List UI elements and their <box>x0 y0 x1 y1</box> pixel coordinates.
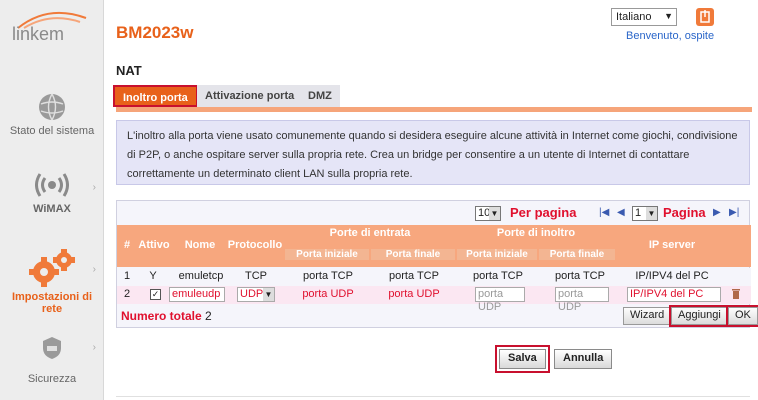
tab-divider <box>116 107 752 112</box>
next-page-icon[interactable]: ▶ <box>713 207 721 218</box>
fw-end-input[interactable]: porta UDP <box>555 287 609 313</box>
sidebar-item-wimax[interactable]: › WiMAX <box>0 170 104 215</box>
tab-inoltro-porta[interactable]: Inoltro porta <box>113 85 198 107</box>
total-value: 2 <box>205 309 212 323</box>
info-box: L'inoltro alla porta viene usato comunem… <box>116 120 750 185</box>
divider <box>116 396 750 397</box>
ok-button[interactable]: OK <box>726 305 758 327</box>
language-value: Italiano <box>616 11 652 23</box>
sidebar-item-label: WiMAX <box>33 203 71 215</box>
cell-attivo: Y <box>149 270 157 282</box>
sidebar: linkem Stato del sistema › WiMAX › Impos… <box>0 0 104 400</box>
col-porta-iniziale: Porta iniziale <box>285 249 369 260</box>
logo-text: linkem <box>12 24 65 44</box>
active-checkbox[interactable]: ✓ <box>150 289 161 300</box>
port-forward-table: 10 ▼ Per pagina |◀ ◀ 1 ▼ Pagina ▶ ▶| # A… <box>116 200 758 328</box>
col-protocollo: Protocollo <box>227 239 283 251</box>
cell-protocollo: TCP <box>245 270 267 282</box>
chevron-down-icon: ▼ <box>664 11 673 21</box>
page-title: NAT <box>116 63 142 78</box>
cell-num: 2 <box>123 288 131 300</box>
col-porte-inoltro: Porte di inoltro <box>496 227 576 239</box>
per-page-select[interactable]: 10 ▼ <box>475 206 501 221</box>
logout-icon[interactable] <box>696 8 714 26</box>
col-porta-iniziale-inoltro: Porta iniziale <box>457 249 537 260</box>
protocol-value: UDP <box>240 288 264 300</box>
language-select[interactable]: Italiano ▼ <box>611 8 677 26</box>
cell-in-start: porta TCP <box>303 270 353 282</box>
total-label: Numero totale <box>121 309 202 323</box>
last-page-icon[interactable]: ▶| <box>729 207 739 218</box>
tab-dmz[interactable]: DMZ <box>300 85 340 107</box>
chevron-down-icon: ▼ <box>646 207 657 220</box>
app-title: BM2023w <box>116 23 194 42</box>
col-num: # <box>123 239 131 251</box>
info-text: L'inoltro alla porta viene usato comunem… <box>127 130 738 180</box>
sidebar-item-label: Impostazioni di rete <box>11 291 93 315</box>
protocol-select[interactable]: UDP ▼ <box>237 287 275 302</box>
cell-in-end: porta TCP <box>389 270 439 282</box>
cancel-button[interactable]: Annulla <box>554 349 613 369</box>
save-button[interactable]: Salva <box>495 345 550 373</box>
prev-page-icon[interactable]: ◀ <box>617 207 625 218</box>
sidebar-item-sicurezza[interactable]: › Sicurezza <box>0 336 104 385</box>
table-header: # Attivo Nome Protocollo Porte di entrat… <box>117 225 751 267</box>
col-ip-server: IP server <box>648 239 696 251</box>
sidebar-item-impostazioni[interactable]: › Impostazioni di rete <box>0 248 104 315</box>
per-page-label: Per pagina <box>510 205 577 220</box>
tab-attivazione-porta[interactable]: Attivazione porta <box>197 85 303 107</box>
chevron-right-icon: › <box>92 342 96 353</box>
col-porte-entrata: Porte di entrata <box>329 227 411 239</box>
table-row: 2 ✓ emuleudp UDP ▼ porta UDP porta UDP p… <box>117 286 751 313</box>
chevron-right-icon: › <box>92 264 96 275</box>
wireless-icon <box>35 173 69 197</box>
chevron-right-icon: › <box>92 182 96 193</box>
name-input[interactable]: emuleudp <box>169 287 225 302</box>
trash-icon[interactable] <box>731 288 741 300</box>
wizard-button[interactable]: Wizard <box>623 307 672 325</box>
gears-icon <box>29 249 75 287</box>
sidebar-item-label: Stato del sistema <box>9 125 95 137</box>
cell-fw-end: porta TCP <box>555 270 605 282</box>
chevron-down-icon: ▼ <box>489 207 500 220</box>
chevron-down-icon: ▼ <box>263 288 274 301</box>
page-label: Pagina <box>663 205 706 220</box>
col-porta-finale-inoltro: Porta finale <box>539 249 615 260</box>
cell-nome: emuletcp <box>178 270 224 282</box>
cell-num: 1 <box>123 270 131 282</box>
globe-icon <box>39 93 65 121</box>
sidebar-item-stato[interactable]: Stato del sistema <box>0 92 104 137</box>
page-select[interactable]: 1 ▼ <box>632 206 658 221</box>
cell-fw-start: porta TCP <box>473 270 523 282</box>
col-attivo: Attivo <box>138 239 170 251</box>
col-porta-finale: Porta finale <box>371 249 455 260</box>
cell-ip: IP/IPV4 del PC <box>635 270 709 282</box>
table-row: 1 Y emuletcp TCP porta TCP porta TCP por… <box>117 268 751 286</box>
ip-input[interactable]: IP/IPV4 del PC <box>627 287 721 302</box>
shield-icon <box>43 337 61 359</box>
page-value: 1 <box>635 207 642 219</box>
in-start-input[interactable]: porta UDP <box>293 288 363 300</box>
total-count: Numero totale 2 <box>121 309 212 323</box>
welcome-link[interactable]: Benvenuto, ospite <box>626 30 714 42</box>
add-button[interactable]: Aggiungi <box>669 305 730 327</box>
first-page-icon[interactable]: |◀ <box>599 207 609 218</box>
sidebar-item-label: Sicurezza <box>27 373 77 385</box>
col-nome: Nome <box>184 239 216 251</box>
in-end-input[interactable]: porta UDP <box>379 288 449 300</box>
fw-start-input[interactable]: porta UDP <box>475 287 525 313</box>
